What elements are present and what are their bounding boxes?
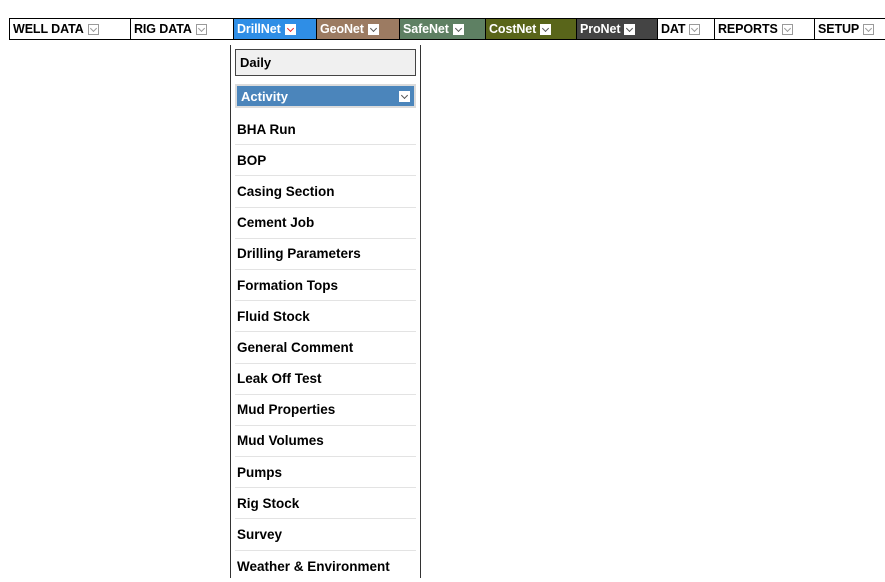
tab-costnet[interactable]: CostNet <box>486 19 577 39</box>
chevron-down-icon[interactable] <box>399 90 410 102</box>
tab-setup[interactable]: SETUP <box>815 19 885 39</box>
main-menu-bar: WELL DATA RIG DATA DrillNet GeoNet SafeN… <box>9 18 885 40</box>
tab-label: SafeNet <box>403 22 449 36</box>
tab-label: CostNet <box>489 22 537 36</box>
chevron-down-icon[interactable] <box>367 23 379 35</box>
daily-label: Daily <box>240 55 272 70</box>
menu-item-cement-job[interactable]: Cement Job <box>235 208 416 239</box>
chevron-down-icon[interactable] <box>624 23 636 35</box>
menu-item-drilling-parameters[interactable]: Drilling Parameters <box>235 239 416 270</box>
menu-item-weather-environment[interactable]: Weather & Environment <box>235 551 416 582</box>
daily-select[interactable]: Daily <box>235 49 416 76</box>
menu-item-bha-run[interactable]: BHA Run <box>235 114 416 146</box>
tab-label: ProNet <box>580 22 621 36</box>
menu-item-casing-section[interactable]: Casing Section <box>235 176 416 208</box>
tab-label: WELL DATA <box>13 22 84 36</box>
chevron-down-icon[interactable] <box>540 23 552 35</box>
tab-rig-data[interactable]: RIG DATA <box>131 19 234 39</box>
chevron-down-icon[interactable] <box>863 23 875 35</box>
tab-drillnet[interactable]: DrillNet <box>234 19 317 39</box>
tab-dat[interactable]: DAT <box>658 19 715 39</box>
tab-reports[interactable]: REPORTS <box>715 19 815 39</box>
tab-label: GeoNet <box>320 22 364 36</box>
chevron-down-icon[interactable] <box>452 23 464 35</box>
menu-item-general-comment[interactable]: General Comment <box>235 332 416 364</box>
tab-label: DAT <box>661 22 686 36</box>
chevron-down-icon[interactable] <box>195 23 207 35</box>
chevron-down-icon[interactable] <box>87 23 99 35</box>
menu-item-fluid-stock[interactable]: Fluid Stock <box>235 301 416 333</box>
menu-item-leak-off-test[interactable]: Leak Off Test <box>235 364 416 395</box>
menu-item-survey[interactable]: Survey <box>235 519 416 551</box>
tab-safenet[interactable]: SafeNet <box>400 19 486 39</box>
chevron-down-icon[interactable] <box>284 23 296 35</box>
menu-item-rig-stock[interactable]: Rig Stock <box>235 488 416 520</box>
tab-geonet[interactable]: GeoNet <box>317 19 400 39</box>
activity-select[interactable]: Activity <box>235 84 416 108</box>
menu-item-mud-properties[interactable]: Mud Properties <box>235 395 416 426</box>
tab-label: SETUP <box>818 22 860 36</box>
tab-label: RIG DATA <box>134 22 192 36</box>
chevron-down-icon[interactable] <box>781 23 793 35</box>
drillnet-dropdown-menu: Daily Activity BHA Run BOP Casing Sectio… <box>230 45 421 578</box>
menu-item-pumps[interactable]: Pumps <box>235 457 416 489</box>
chevron-down-icon[interactable] <box>689 23 701 35</box>
menu-item-formation-tops[interactable]: Formation Tops <box>235 270 416 302</box>
tab-label: REPORTS <box>718 22 778 36</box>
activity-label: Activity <box>241 88 288 104</box>
dropdown-item-list: BHA Run BOP Casing Section Cement Job Dr… <box>235 114 416 582</box>
tab-label: DrillNet <box>237 22 281 36</box>
menu-item-mud-volumes[interactable]: Mud Volumes <box>235 426 416 458</box>
menu-item-bop[interactable]: BOP <box>235 145 416 177</box>
tab-well-data[interactable]: WELL DATA <box>10 19 131 39</box>
tab-pronet[interactable]: ProNet <box>577 19 658 39</box>
